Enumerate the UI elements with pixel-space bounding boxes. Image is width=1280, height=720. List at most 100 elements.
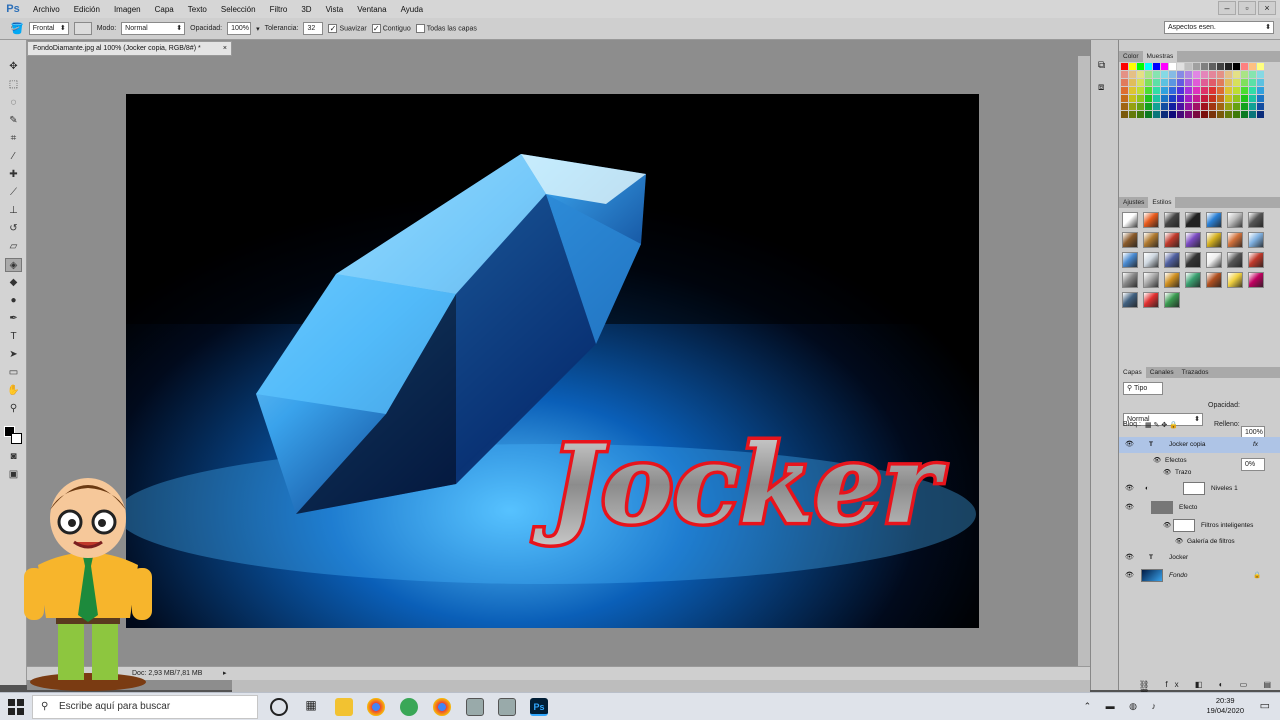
- green-app-icon[interactable]: [400, 698, 418, 716]
- swatch[interactable]: [1129, 95, 1136, 102]
- swatch[interactable]: [1225, 71, 1232, 78]
- visibility-eye-icon[interactable]: 👁: [1125, 481, 1134, 497]
- tab-color[interactable]: Color: [1119, 51, 1143, 62]
- swatch[interactable]: [1137, 63, 1144, 70]
- swatch[interactable]: [1209, 87, 1216, 94]
- swatch[interactable]: [1177, 71, 1184, 78]
- menu-filtro[interactable]: Filtro: [263, 5, 295, 14]
- layer-row-fondo[interactable]: 👁 Fondo 🔒: [1119, 568, 1280, 584]
- swatch[interactable]: [1233, 63, 1240, 70]
- swatch[interactable]: [1169, 87, 1176, 94]
- tab-adjustments[interactable]: Ajustes: [1119, 197, 1148, 208]
- visibility-eye-icon[interactable]: 👁: [1125, 550, 1134, 566]
- swatch[interactable]: [1177, 103, 1184, 110]
- swatch[interactable]: [1249, 111, 1256, 118]
- swatch[interactable]: [1257, 71, 1264, 78]
- swatch[interactable]: [1201, 103, 1208, 110]
- swatch[interactable]: [1145, 79, 1152, 86]
- smart-filters-row[interactable]: 👁 Filtros inteligentes: [1119, 518, 1280, 534]
- status-arrow-icon[interactable]: ▸: [223, 667, 227, 680]
- style-preset[interactable]: [1185, 212, 1201, 228]
- swatch[interactable]: [1249, 71, 1256, 78]
- swatch[interactable]: [1217, 87, 1224, 94]
- swatch[interactable]: [1233, 95, 1240, 102]
- swatch[interactable]: [1225, 79, 1232, 86]
- history-panel-icon[interactable]: ⧉: [1098, 60, 1105, 71]
- lasso-tool-icon[interactable]: ◌: [5, 96, 22, 110]
- vertical-scrollbar[interactable]: [1078, 56, 1090, 666]
- chrome-profile-icon[interactable]: [433, 698, 451, 716]
- swatch[interactable]: [1121, 63, 1128, 70]
- style-preset[interactable]: [1164, 232, 1180, 248]
- horizontal-scrollbar[interactable]: [232, 680, 1090, 692]
- style-preset[interactable]: [1248, 212, 1264, 228]
- quick-select-tool-icon[interactable]: ✎: [5, 114, 22, 128]
- swatch[interactable]: [1217, 71, 1224, 78]
- style-preset[interactable]: [1185, 272, 1201, 288]
- swatch[interactable]: [1177, 79, 1184, 86]
- swatch[interactable]: [1193, 103, 1200, 110]
- file-explorer-icon[interactable]: [335, 698, 353, 716]
- swatch[interactable]: [1185, 111, 1192, 118]
- swatch[interactable]: [1169, 103, 1176, 110]
- style-preset[interactable]: [1164, 272, 1180, 288]
- pattern-picker[interactable]: [73, 22, 92, 35]
- tab-layers[interactable]: Capas: [1119, 367, 1146, 378]
- tab-paths[interactable]: Trazados: [1178, 367, 1213, 378]
- restore-button[interactable]: ▫: [1238, 1, 1256, 15]
- tab-channels[interactable]: Canales: [1146, 367, 1178, 378]
- move-tool-icon[interactable]: ✥: [5, 60, 22, 74]
- menu-capa[interactable]: Capa: [148, 5, 181, 14]
- swatch[interactable]: [1201, 63, 1208, 70]
- minimize-button[interactable]: –: [1218, 1, 1236, 15]
- layer-row-jocker[interactable]: 👁 T Jocker: [1119, 550, 1280, 566]
- swatch[interactable]: [1129, 63, 1136, 70]
- quick-mask-icon[interactable]: ◙: [5, 450, 22, 464]
- stamp-tool-icon[interactable]: ⊥: [5, 204, 22, 218]
- swatch[interactable]: [1241, 111, 1248, 118]
- swatch[interactable]: [1129, 87, 1136, 94]
- smooth-checkbox[interactable]: ✓ Suavizar: [328, 24, 367, 33]
- swatch[interactable]: [1153, 79, 1160, 86]
- swatch[interactable]: [1121, 79, 1128, 86]
- swatch[interactable]: [1233, 79, 1240, 86]
- swatch[interactable]: [1257, 103, 1264, 110]
- swatch[interactable]: [1161, 103, 1168, 110]
- style-preset[interactable]: [1227, 212, 1243, 228]
- swatch[interactable]: [1169, 71, 1176, 78]
- swatch[interactable]: [1193, 95, 1200, 102]
- style-preset[interactable]: [1206, 252, 1222, 268]
- style-preset[interactable]: [1164, 212, 1180, 228]
- swatch[interactable]: [1209, 111, 1216, 118]
- style-preset[interactable]: [1122, 272, 1138, 288]
- swatch[interactable]: [1161, 111, 1168, 118]
- visibility-eye-icon[interactable]: 👁: [1163, 518, 1171, 534]
- menu-edicion[interactable]: Edición: [67, 5, 107, 14]
- swatch[interactable]: [1217, 111, 1224, 118]
- visibility-eye-icon[interactable]: 👁: [1175, 534, 1183, 550]
- swatch[interactable]: [1177, 87, 1184, 94]
- path-select-tool-icon[interactable]: ➤: [5, 348, 22, 362]
- swatch[interactable]: [1145, 87, 1152, 94]
- swatch[interactable]: [1257, 95, 1264, 102]
- task-view-icon[interactable]: ▦: [302, 698, 320, 716]
- marquee-tool-icon[interactable]: ⬚: [5, 78, 22, 92]
- style-preset[interactable]: [1164, 252, 1180, 268]
- swatch[interactable]: [1209, 103, 1216, 110]
- swatch[interactable]: [1169, 111, 1176, 118]
- style-preset[interactable]: [1227, 232, 1243, 248]
- menu-texto[interactable]: Texto: [181, 5, 214, 14]
- style-preset[interactable]: [1185, 252, 1201, 268]
- swatch[interactable]: [1185, 95, 1192, 102]
- taskbar-search-input[interactable]: ⚲ Escribe aquí para buscar: [32, 695, 258, 719]
- dodge-tool-icon[interactable]: ●: [5, 294, 22, 308]
- swatch[interactable]: [1201, 71, 1208, 78]
- style-preset[interactable]: [1122, 232, 1138, 248]
- swatch[interactable]: [1201, 79, 1208, 86]
- menu-seleccion[interactable]: Selección: [214, 5, 263, 14]
- style-preset[interactable]: [1143, 212, 1159, 228]
- swatch[interactable]: [1249, 63, 1256, 70]
- lock-icons[interactable]: ▦ ✎ ✥ 🔒: [1145, 421, 1178, 429]
- swatch[interactable]: [1233, 111, 1240, 118]
- paint-bucket-icon[interactable]: 🪣: [10, 22, 24, 35]
